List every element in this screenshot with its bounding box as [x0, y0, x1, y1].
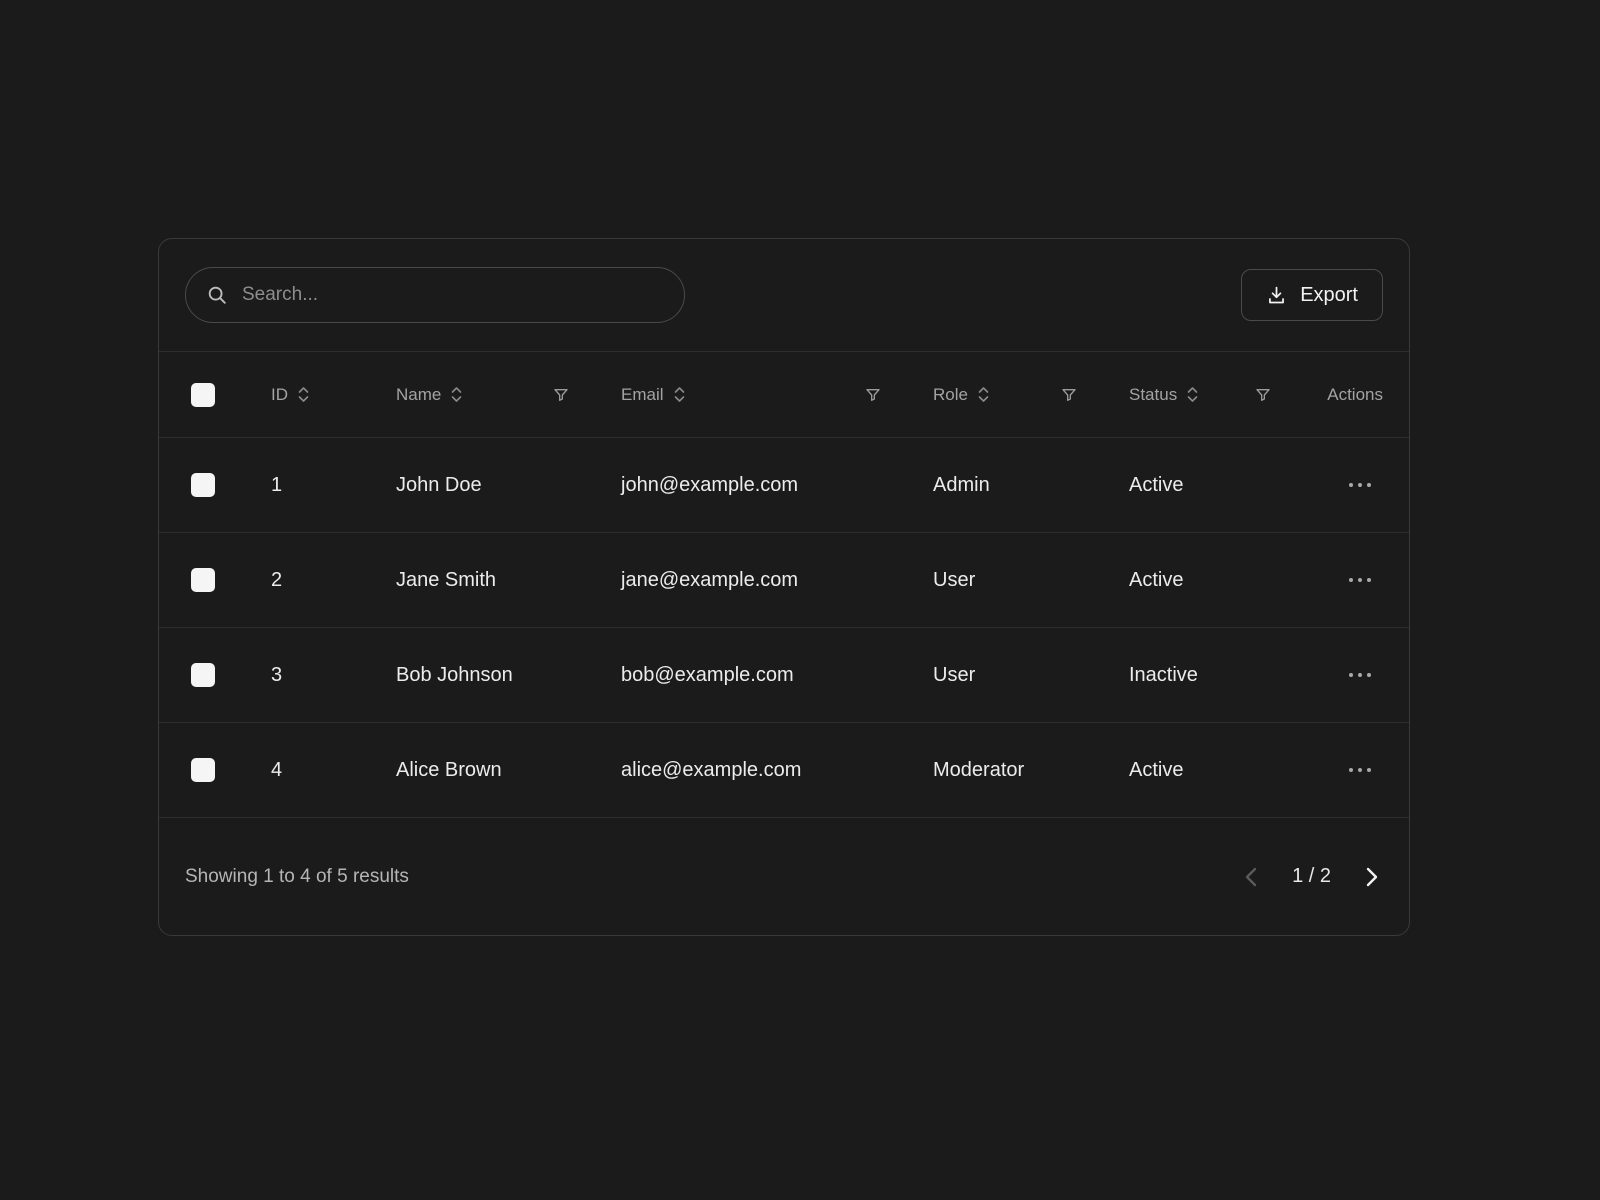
cell-status: Active: [1129, 474, 1323, 497]
toolbar: Export: [159, 239, 1409, 351]
cell-id: 3: [271, 664, 396, 687]
column-header-role: Role: [933, 385, 1129, 405]
column-header-name: Name: [396, 385, 621, 405]
cell-id: 4: [271, 759, 396, 782]
row-actions-button[interactable]: [1341, 570, 1379, 590]
row-checkbox[interactable]: [191, 758, 215, 782]
cell-role: User: [933, 569, 1129, 592]
column-header-email: Email: [621, 385, 933, 405]
cell-name: John Doe: [396, 474, 621, 497]
column-label-actions: Actions: [1327, 385, 1383, 405]
table-row: 1 John Doe john@example.com Admin Active: [159, 438, 1409, 533]
filter-icon-name[interactable]: [553, 387, 569, 403]
column-label-status: Status: [1129, 385, 1177, 405]
table-row: 2 Jane Smith jane@example.com User Activ…: [159, 533, 1409, 628]
chevron-left-icon: [1244, 866, 1258, 888]
cell-id: 2: [271, 569, 396, 592]
download-icon: [1266, 285, 1287, 306]
sort-icon-status[interactable]: [1185, 385, 1198, 404]
export-label: Export: [1300, 284, 1358, 307]
row-actions-button[interactable]: [1341, 760, 1379, 780]
cell-status: Inactive: [1129, 664, 1323, 687]
results-summary: Showing 1 to 4 of 5 results: [185, 866, 409, 888]
cell-id: 1: [271, 474, 396, 497]
cell-email: alice@example.com: [621, 759, 933, 782]
sort-icon-email[interactable]: [672, 385, 685, 404]
sort-icon-id[interactable]: [296, 385, 309, 404]
page-indicator: 1 / 2: [1292, 865, 1331, 888]
next-page-button[interactable]: [1361, 862, 1383, 892]
table-row: 3 Bob Johnson bob@example.com User Inact…: [159, 628, 1409, 723]
pagination: 1 / 2: [1240, 862, 1383, 892]
table-footer: Showing 1 to 4 of 5 results 1 / 2: [159, 818, 1409, 935]
search-input[interactable]: [242, 284, 664, 306]
column-label-role: Role: [933, 385, 968, 405]
cell-name: Bob Johnson: [396, 664, 621, 687]
cell-email: john@example.com: [621, 474, 933, 497]
prev-page-button[interactable]: [1240, 862, 1262, 892]
table-row: 4 Alice Brown alice@example.com Moderato…: [159, 723, 1409, 818]
cell-role: Moderator: [933, 759, 1129, 782]
column-label-id: ID: [271, 385, 288, 405]
row-actions-button[interactable]: [1341, 665, 1379, 685]
column-label-name: Name: [396, 385, 441, 405]
row-actions-button[interactable]: [1341, 475, 1379, 495]
cell-name: Jane Smith: [396, 569, 621, 592]
cell-email: bob@example.com: [621, 664, 933, 687]
row-checkbox[interactable]: [191, 473, 215, 497]
cell-role: Admin: [933, 474, 1129, 497]
search-icon: [206, 284, 228, 306]
search-box[interactable]: [185, 267, 685, 323]
cell-status: Active: [1129, 759, 1323, 782]
cell-email: jane@example.com: [621, 569, 933, 592]
select-all-checkbox[interactable]: [191, 383, 215, 407]
export-button[interactable]: Export: [1241, 269, 1383, 321]
cell-name: Alice Brown: [396, 759, 621, 782]
column-header-status: Status: [1129, 385, 1323, 405]
chevron-right-icon: [1365, 866, 1379, 888]
sort-icon-name[interactable]: [449, 385, 462, 404]
filter-icon-email[interactable]: [865, 387, 881, 403]
cell-role: User: [933, 664, 1129, 687]
row-checkbox[interactable]: [191, 568, 215, 592]
filter-icon-status[interactable]: [1255, 387, 1271, 403]
column-label-email: Email: [621, 385, 664, 405]
column-header-actions: Actions: [1323, 385, 1409, 405]
sort-icon-role[interactable]: [976, 385, 989, 404]
cell-status: Active: [1129, 569, 1323, 592]
row-checkbox[interactable]: [191, 663, 215, 687]
column-header-id: ID: [271, 385, 396, 405]
filter-icon-role[interactable]: [1061, 387, 1077, 403]
data-table-panel: Export ID Name: [158, 238, 1410, 936]
table-header-row: ID Name Email: [159, 351, 1409, 438]
